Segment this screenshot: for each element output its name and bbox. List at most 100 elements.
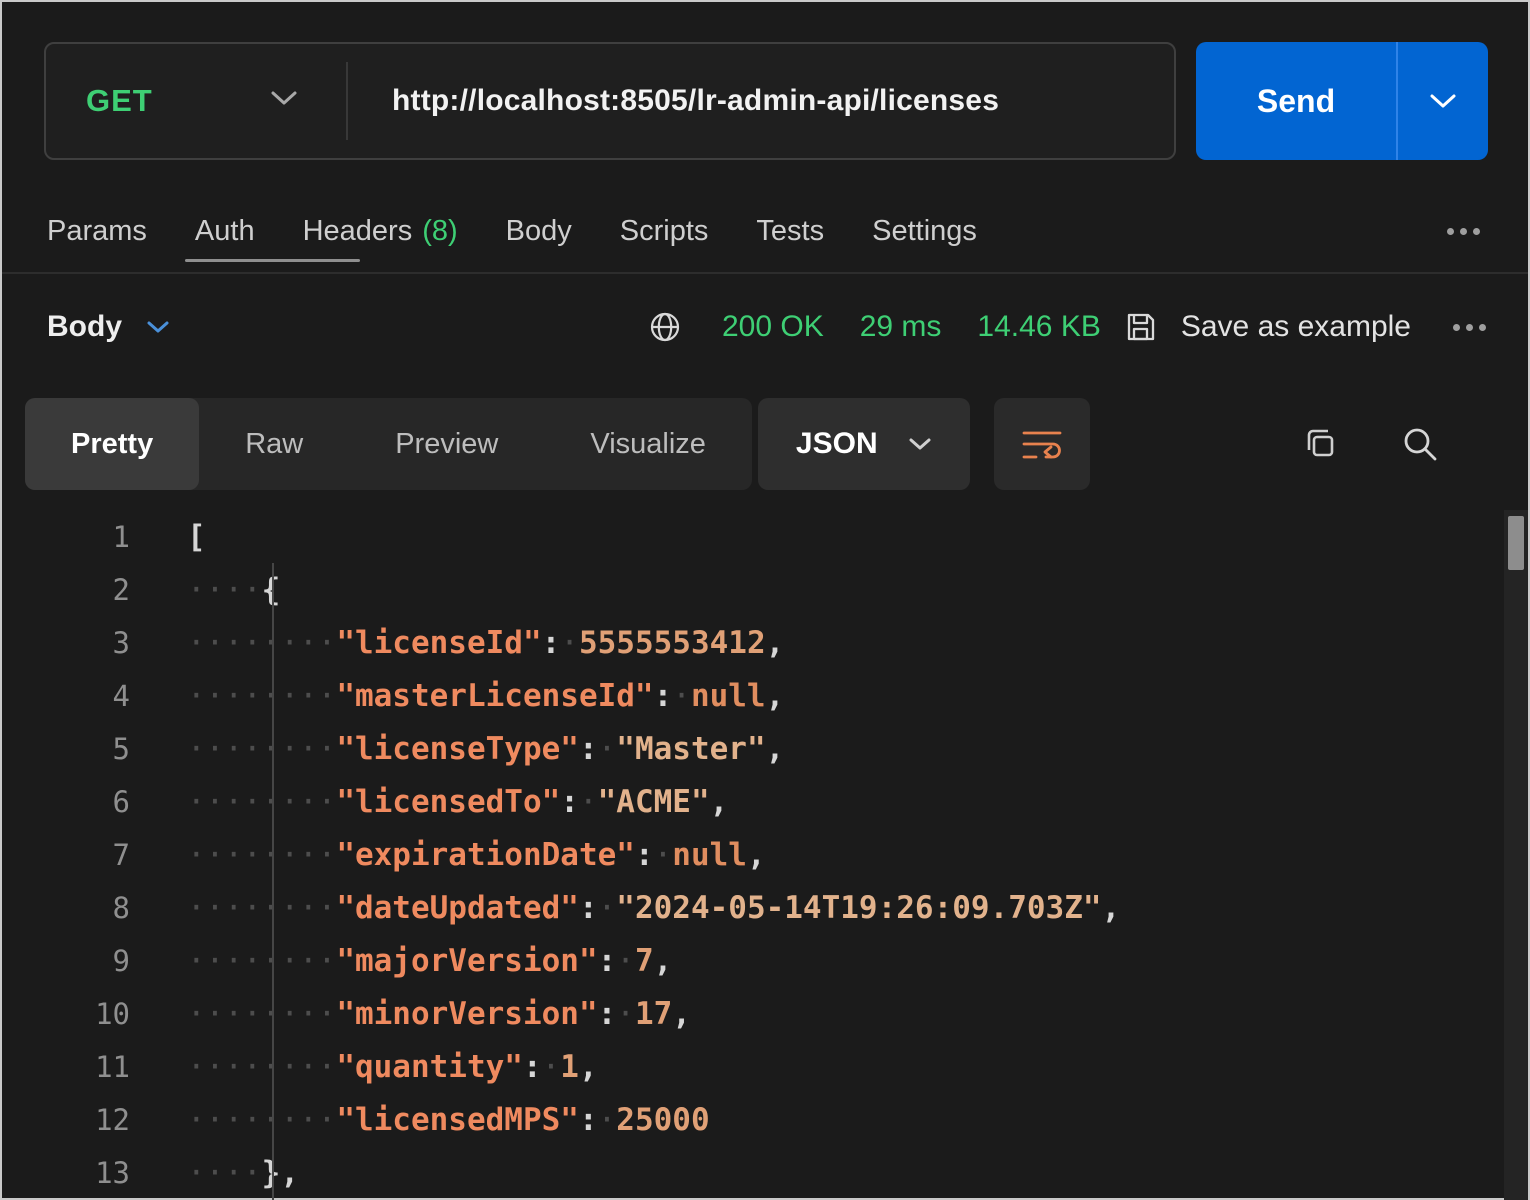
line-content: ········"licenseType":·"Master",: [187, 731, 784, 767]
response-body-label: Body: [47, 310, 122, 344]
tab-label: Scripts: [620, 215, 709, 248]
response-status-group: 200 OK 29 ms 14.46 KB Save as example: [646, 308, 1486, 346]
search-icon: [1399, 423, 1441, 465]
line-number: 8: [2, 891, 130, 925]
response-meta-row: Body 200 OK 29 ms 14.46 KB Save as examp…: [47, 300, 1486, 354]
chevron-down-icon: [1429, 93, 1457, 110]
view-tabs: PrettyRawPreviewVisualize: [25, 398, 752, 490]
send-button-group: Send: [1196, 42, 1488, 160]
line-content: ········"licenseId":·5555553412,: [187, 625, 784, 661]
request-bar: GET http://localhost:8505/lr-admin-api/l…: [44, 42, 1488, 160]
code-line: 12 ········"licensedMPS":·25000: [2, 1093, 1528, 1146]
copy-icon: [1301, 424, 1341, 464]
code-line: 2 ····{: [2, 563, 1528, 616]
divider: [2, 272, 1528, 274]
tab-label: Tests: [756, 215, 824, 248]
tab-params[interactable]: Params: [47, 200, 147, 262]
line-number: 3: [2, 626, 130, 660]
line-number: 2: [2, 573, 130, 607]
line-number: 6: [2, 785, 130, 819]
tab-headers[interactable]: Headers (8): [303, 200, 458, 262]
line-number: 11: [2, 1050, 130, 1084]
tab-label: Params: [47, 215, 147, 248]
tab-settings[interactable]: Settings: [872, 200, 977, 262]
globe-icon[interactable]: [646, 308, 684, 346]
line-number: 4: [2, 679, 130, 713]
code-line: 7········"expirationDate":·null,: [2, 828, 1528, 881]
url-box: GET http://localhost:8505/lr-admin-api/l…: [44, 42, 1176, 160]
request-tabs-row: Params Auth Headers (8) Body Scripts Tests Sett…: [47, 200, 1480, 262]
response-body-editor[interactable]: 1[2····{3········"licenseId":·5555553412…: [2, 510, 1528, 1200]
response-body-select[interactable]: Body: [47, 310, 170, 344]
search-button[interactable]: [1399, 423, 1441, 465]
status-badge[interactable]: 200 OK: [722, 310, 824, 344]
line-content: ········"dateUpdated":·"2024-05-14T19:26…: [187, 890, 1120, 926]
tab-label: Headers: [303, 215, 413, 248]
send-button[interactable]: Send: [1196, 42, 1396, 160]
copy-button[interactable]: [1301, 424, 1341, 464]
indent-guide: [272, 563, 274, 1200]
more-options-icon[interactable]: [1453, 324, 1486, 331]
scrollbar[interactable]: [1504, 510, 1528, 1200]
tab-badge: (8): [422, 215, 457, 248]
line-content: ········"quantity":·1,: [187, 1049, 598, 1085]
code-line: 9 ········"majorVersion":·7,: [2, 934, 1528, 987]
chevron-down-icon: [908, 437, 932, 452]
line-content: ········"majorVersion":·7,: [187, 943, 672, 979]
line-content: [: [187, 519, 206, 555]
code-line: 11 ········"quantity":·1,: [2, 1040, 1528, 1093]
wrap-lines-button[interactable]: [994, 398, 1090, 490]
chevron-down-icon: [146, 320, 170, 335]
tab-label: Auth: [195, 215, 255, 248]
line-content: ········"minorVersion":·17,: [187, 996, 691, 1032]
code-line: 6 ········"licensedTo":·"ACME",: [2, 775, 1528, 828]
method-label: GET: [86, 83, 153, 119]
send-options-button[interactable]: [1398, 42, 1488, 160]
wrap-lines-icon: [1019, 425, 1065, 463]
line-number: 10: [2, 997, 130, 1031]
line-content: ········"masterLicenseId":·null,: [187, 678, 784, 714]
request-tabs: Params Auth Headers (8) Body Scripts Tests Sett…: [47, 200, 977, 262]
tab-label: Body: [506, 215, 572, 248]
response-size[interactable]: 14.46 KB: [977, 310, 1100, 344]
code-line: 4 ········"masterLicenseId":·null,: [2, 669, 1528, 722]
language-label: JSON: [796, 427, 878, 461]
view-tab-preview[interactable]: Preview: [349, 398, 544, 490]
line-number: 12: [2, 1103, 130, 1137]
tab-scripts[interactable]: Scripts: [620, 200, 709, 262]
line-number: 9: [2, 944, 130, 978]
tab-auth[interactable]: Auth: [195, 200, 255, 262]
language-select[interactable]: JSON: [758, 398, 970, 490]
line-number: 1: [2, 520, 130, 554]
url-input[interactable]: http://localhost:8505/lr-admin-api/licen…: [348, 84, 999, 118]
chevron-down-icon: [270, 90, 298, 112]
line-content: ····},: [187, 1155, 299, 1191]
line-content: ········"licensedMPS":·25000: [187, 1102, 710, 1138]
code-line: 10 ········"minorVersion":·17,: [2, 987, 1528, 1040]
response-time[interactable]: 29 ms: [860, 310, 942, 344]
line-number: 7: [2, 838, 130, 872]
code-lines: 1[2····{3········"licenseId":·5555553412…: [2, 510, 1528, 1199]
view-tab-pretty[interactable]: Pretty: [25, 398, 199, 490]
code-line: 3 ········"licenseId":·5555553412,: [2, 616, 1528, 669]
tab-body[interactable]: Body: [506, 200, 572, 262]
code-line: 13 ····},: [2, 1146, 1528, 1199]
view-tab-raw[interactable]: Raw: [199, 398, 349, 490]
scrollbar-thumb[interactable]: [1508, 516, 1524, 570]
code-line: 5 ········"licenseType":·"Master",: [2, 722, 1528, 775]
line-number: 5: [2, 732, 130, 766]
more-options-icon[interactable]: [1447, 228, 1480, 235]
line-number: 13: [2, 1156, 130, 1190]
code-line: 8 ········"dateUpdated":·"2024-05-14T19:2…: [2, 881, 1528, 934]
save-as-example-label: Save as example: [1181, 310, 1411, 344]
save-as-example-button[interactable]: Save as example: [1123, 309, 1411, 345]
line-content: ········"licensedTo":·"ACME",: [187, 784, 728, 820]
floppy-disk-icon: [1123, 309, 1159, 345]
view-tab-visualize[interactable]: Visualize: [544, 398, 752, 490]
line-content: ····{: [187, 572, 280, 608]
tab-tests[interactable]: Tests: [756, 200, 824, 262]
response-view-toolbar: PrettyRawPreviewVisualize JSON: [25, 398, 1505, 490]
method-select[interactable]: GET: [46, 44, 346, 158]
code-line: 1[: [2, 510, 1528, 563]
tab-label: Settings: [872, 215, 977, 248]
